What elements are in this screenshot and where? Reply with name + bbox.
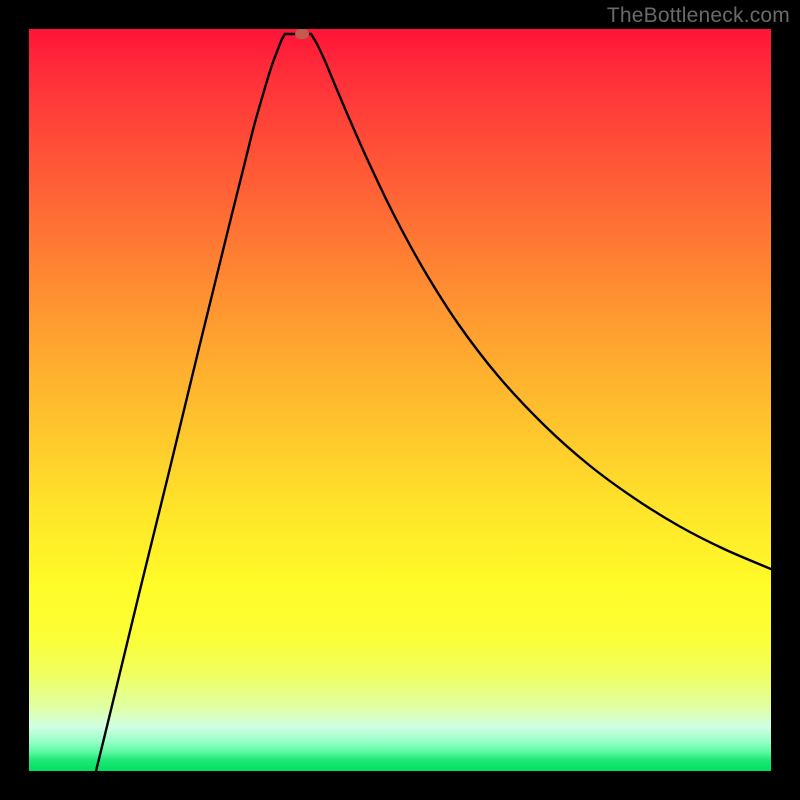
optimal-point-marker: [295, 29, 309, 39]
watermark-text: TheBottleneck.com: [607, 4, 790, 28]
plot-area: [29, 29, 771, 771]
